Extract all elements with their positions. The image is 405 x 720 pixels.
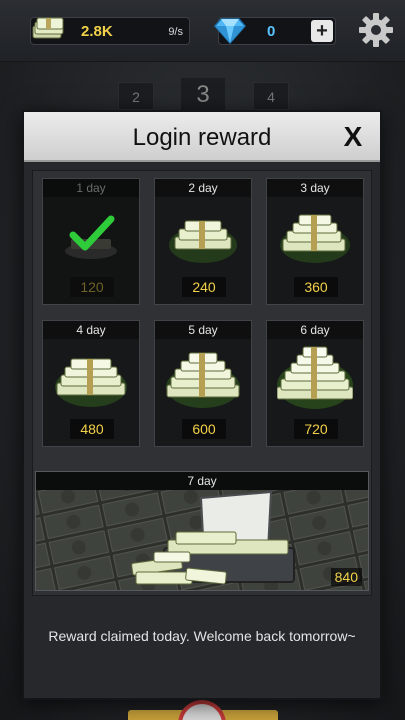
- stage-prev: 2: [118, 82, 154, 110]
- cash-stack-icon: [32, 17, 64, 39]
- day-label: 1 day: [43, 179, 139, 197]
- reward-day-7[interactable]: 7 day 840: [35, 471, 369, 591]
- reward-day-3[interactable]: 3 day 360: [266, 178, 364, 305]
- reward-day-6[interactable]: 6 day 720: [266, 320, 364, 447]
- money-counter: 2.8K 9/s: [30, 17, 190, 45]
- cash-stack-icon: [280, 214, 350, 263]
- stage-current: 3: [181, 78, 225, 112]
- reward-day-2[interactable]: 2 day 240: [154, 178, 252, 305]
- reward-amount: 600: [182, 419, 226, 439]
- day-label: 3 day: [267, 179, 363, 197]
- stage-indicator: 2 3 4: [118, 78, 293, 112]
- status-message: Reward claimed today. Welcome back tomor…: [48, 628, 356, 644]
- diamond-icon: [214, 18, 246, 45]
- reward-amount: 480: [70, 419, 114, 439]
- reward-amount: 720: [294, 419, 338, 439]
- gear-icon[interactable]: [358, 12, 394, 48]
- cash-stack-icon: [166, 352, 240, 408]
- cash-stack-icon: [277, 346, 353, 409]
- day-label: 7 day: [36, 472, 368, 490]
- dialog-header: Login reward X: [24, 112, 380, 162]
- reward-day-4[interactable]: 4 day 480: [42, 320, 140, 447]
- day-label: 4 day: [43, 321, 139, 339]
- reward-amount: 840: [330, 568, 362, 586]
- gem-counter: 0 +: [214, 17, 336, 45]
- reward-day-5[interactable]: 5 day 600: [154, 320, 252, 447]
- day-label: 6 day: [267, 321, 363, 339]
- close-button[interactable]: X: [338, 121, 368, 153]
- stage-next: 4: [253, 82, 289, 110]
- reward-day-1[interactable]: 1 day 120: [42, 178, 140, 305]
- money-rate: 9/s: [168, 26, 183, 38]
- dialog-title: Login reward: [132, 124, 272, 151]
- gem-value: 0: [267, 23, 276, 40]
- add-gems-button[interactable]: +: [311, 20, 333, 42]
- cash-stack-icon: [169, 220, 237, 263]
- cash-stack-icon: [55, 358, 127, 407]
- reward-amount: 360: [294, 277, 338, 297]
- money-value: 2.8K: [81, 23, 113, 40]
- reward-amount: 120: [70, 277, 114, 297]
- top-hud: 2.8K 9/s 0 +: [0, 0, 405, 62]
- checkmark-icon: [65, 215, 117, 259]
- login-reward-dialog: Login reward X 1 day 120 2 day 240 3 day…: [22, 110, 382, 700]
- reward-grid: 1 day 120 2 day 240 3 day 360 4 day 480 …: [32, 170, 372, 596]
- day-label: 2 day: [155, 179, 251, 197]
- money-briefcase-icon: [36, 490, 368, 590]
- day-label: 5 day: [155, 321, 251, 339]
- reward-amount: 240: [182, 277, 226, 297]
